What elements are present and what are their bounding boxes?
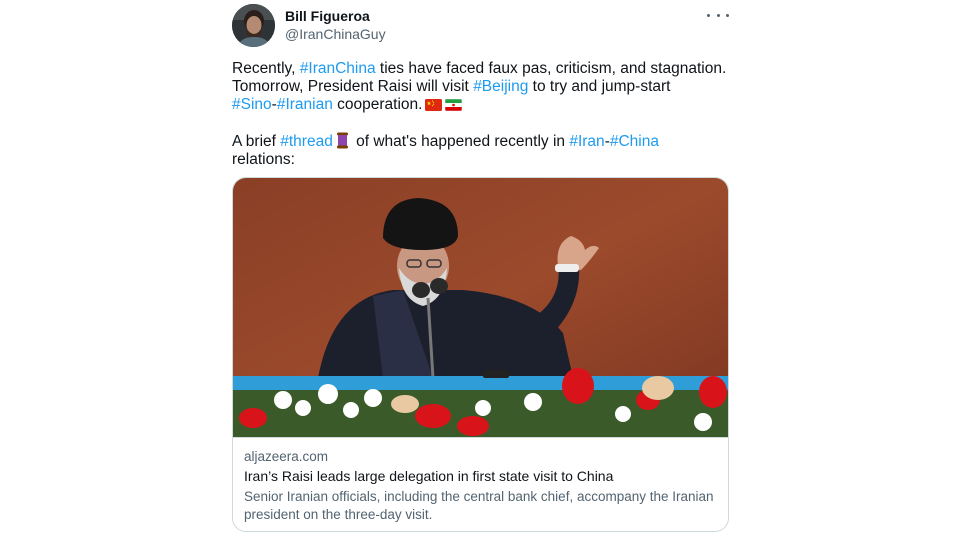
hashtag-iranian[interactable]: #Iranian: [277, 96, 333, 113]
china-flag-icon: [425, 99, 443, 111]
hashtag-china[interactable]: #China: [610, 133, 659, 150]
dot: [726, 13, 729, 17]
tweet: Bill Figueroa @IranChinaGuy Recently, #I…: [232, 0, 729, 540]
tweet-line: #Sino-#Iranian cooperation.: [232, 96, 732, 114]
tweet-line: Recently, #IranChina ties have faced fau…: [232, 60, 732, 78]
card-description: Senior Iranian officials, including the …: [244, 489, 714, 522]
author-handle[interactable]: @IranChinaGuy: [285, 26, 386, 42]
text-segment: cooperation.: [332, 96, 423, 113]
avatar[interactable]: [232, 4, 275, 47]
text-segment: to try and jump-start: [528, 78, 671, 95]
card-image: [233, 178, 728, 437]
text-segment: Recently,: [232, 60, 300, 77]
hashtag-iranchina[interactable]: #IranChina: [300, 60, 376, 77]
tweet-line: Tomorrow, President Raisi will visit #Be…: [232, 78, 732, 96]
hashtag-beijing[interactable]: #Beijing: [473, 78, 528, 95]
tweet-line: A brief #thread of what's happened recen…: [232, 132, 732, 151]
avatar-photo: [232, 4, 275, 47]
tweet-text: Recently, #IranChina ties have faced fau…: [232, 60, 732, 169]
text-segment: relations:: [232, 151, 295, 168]
hashtag-thread[interactable]: #thread: [280, 133, 333, 150]
link-preview-card[interactable]: aljazeera.com Iran’s Raisi leads large d…: [232, 177, 729, 532]
hashtag-iran[interactable]: #Iran: [569, 133, 604, 150]
tweet-line: relations:: [232, 151, 732, 169]
scroll-icon: [336, 132, 348, 149]
card-title: Iran’s Raisi leads large delegation in f…: [244, 468, 614, 484]
dot: [716, 13, 720, 17]
more-options-icon[interactable]: [707, 8, 729, 22]
iran-flag-icon: [445, 99, 463, 111]
card-domain: aljazeera.com: [244, 449, 329, 464]
text-segment: Tomorrow, President Raisi will visit: [232, 78, 474, 95]
author-name[interactable]: Bill Figueroa: [285, 8, 370, 24]
text-segment: ties have faced faux pas, criticism, and…: [375, 60, 727, 77]
text-segment: A brief: [232, 133, 281, 150]
dot: [707, 13, 710, 17]
hashtag-sino[interactable]: #Sino: [232, 96, 272, 113]
text-segment: of what's happened recently in: [351, 133, 570, 150]
card-meta: aljazeera.com Iran’s Raisi leads large d…: [233, 437, 728, 531]
